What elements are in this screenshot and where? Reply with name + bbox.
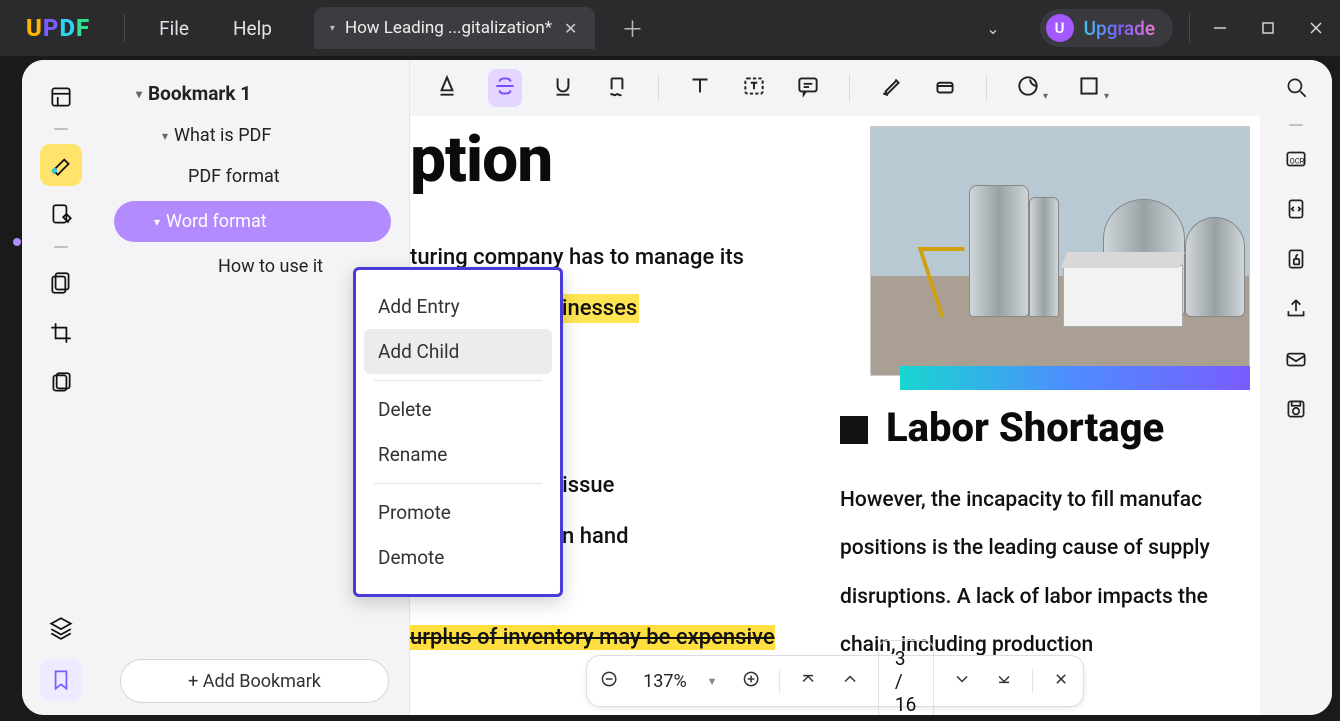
svg-text:OCR: OCR [1290, 156, 1305, 165]
close-nav-button[interactable] [1047, 665, 1075, 697]
doc-image [870, 126, 1250, 376]
ctx-divider [374, 380, 542, 381]
page-indicator[interactable]: 3 / 16 [878, 640, 935, 716]
zoom-in-button[interactable] [738, 665, 766, 697]
last-page-button[interactable] [991, 665, 1019, 697]
zoom-value[interactable]: 137% [637, 671, 693, 692]
convert-icon[interactable] [1283, 196, 1309, 226]
current-page: 3 [895, 647, 906, 670]
bullet-square-icon [840, 416, 868, 444]
textbox-icon[interactable] [741, 73, 767, 103]
sticker-icon[interactable]: ▾ [1015, 73, 1048, 103]
pencil-icon[interactable] [878, 73, 904, 103]
tab-active[interactable]: ▾ How Leading ...gitalization* ✕ [314, 7, 596, 49]
tab-close-icon[interactable]: ✕ [562, 17, 579, 40]
ctx-promote[interactable]: Promote [364, 490, 552, 535]
ctx-divider [374, 483, 542, 484]
ocr-icon[interactable]: OCR [1283, 146, 1309, 176]
window-maximize-button[interactable] [1244, 0, 1292, 56]
ctx-delete[interactable]: Delete [364, 387, 552, 432]
bookmark-context-menu: Add Entry Add Child Delete Rename Promot… [353, 267, 563, 597]
layers-icon[interactable] [40, 607, 82, 649]
save-icon[interactable] [1283, 396, 1309, 426]
bookmark-panel-icon[interactable] [40, 659, 82, 701]
search-icon[interactable] [1283, 74, 1309, 104]
active-indicator-dot [13, 238, 21, 246]
highlighter-tool-icon[interactable] [40, 144, 82, 186]
ctx-demote[interactable]: Demote [364, 535, 552, 580]
menu-help[interactable]: Help [211, 17, 294, 40]
left-tool-rail [22, 60, 100, 715]
user-avatar[interactable]: U [1046, 14, 1074, 42]
bookmark-label: What is PDF [174, 125, 271, 146]
annotation-toolbar: ▾ ▾ [410, 60, 1260, 116]
rail-divider [1289, 124, 1303, 126]
tab-bar: ▾ How Leading ...gitalization* ✕ ＋ [314, 0, 648, 56]
app-logo: UPDF [26, 14, 90, 42]
right-tool-rail: OCR [1260, 60, 1332, 715]
chevron-down-icon: ▾ [136, 87, 142, 101]
underline-icon[interactable] [550, 73, 576, 103]
toolbar-divider [658, 74, 659, 102]
text-icon[interactable] [687, 73, 713, 103]
prev-page-button[interactable] [836, 665, 864, 697]
total-pages: 16 [895, 693, 916, 716]
window-minimize-button[interactable] [1196, 0, 1244, 56]
protect-icon[interactable] [1283, 246, 1309, 276]
bookmark-label: How to use it [218, 256, 323, 277]
squiggly-icon[interactable] [604, 73, 630, 103]
bookmark-item[interactable]: ▾ What is PDF [152, 119, 409, 152]
reader-tool-icon[interactable] [40, 76, 82, 118]
doc-subheading: Labor Shortage [886, 404, 1164, 451]
strikethrough-icon[interactable] [488, 69, 522, 107]
highlight-strike: urplus of inventory may be expensive [410, 625, 775, 650]
tabs-overflow-icon[interactable]: ⌄ [986, 19, 999, 38]
zoom-dropdown-icon[interactable]: ▼ [707, 675, 724, 688]
shape-icon[interactable]: ▾ [1076, 73, 1109, 103]
toolbar-divider [986, 74, 987, 102]
toolbar-divider [849, 74, 850, 102]
page-navigator: 137% ▼ 3 / 16 [586, 655, 1084, 707]
tab-title: How Leading ...gitalization* [345, 18, 552, 38]
email-icon[interactable] [1283, 346, 1309, 376]
bookmark-label: Word format [166, 211, 267, 232]
ctx-add-entry[interactable]: Add Entry [364, 284, 552, 329]
title-bar: UPDF File Help ▾ How Leading ...gitaliza… [0, 0, 1340, 56]
eraser-icon[interactable] [932, 73, 958, 103]
upgrade-label: Upgrade [1084, 17, 1155, 40]
rail-divider [54, 128, 68, 130]
bookmark-label: Bookmark 1 [148, 82, 251, 105]
pages-tool-icon[interactable] [40, 262, 82, 304]
zoom-out-button[interactable] [595, 665, 623, 697]
new-tab-button[interactable]: ＋ [617, 13, 647, 43]
compare-tool-icon[interactable] [40, 362, 82, 404]
crop-tool-icon[interactable] [40, 312, 82, 354]
tab-menu-icon[interactable]: ▾ [330, 23, 335, 34]
edit-tool-icon[interactable] [40, 194, 82, 236]
next-page-button[interactable] [949, 665, 977, 697]
ctx-add-child[interactable]: Add Child [364, 329, 552, 374]
window-close-button[interactable] [1292, 0, 1340, 56]
ctx-rename[interactable]: Rename [364, 432, 552, 477]
bookmark-item[interactable]: PDF format [178, 160, 409, 193]
doc-accent-bar [900, 366, 1250, 390]
chevron-down-icon: ▾ [154, 215, 160, 229]
divider [124, 14, 125, 42]
upgrade-button[interactable]: U Upgrade [1040, 9, 1173, 47]
add-bookmark-button[interactable]: + Add Bookmark [120, 659, 389, 703]
bookmark-item-selected[interactable]: ▾ Word format [114, 201, 391, 242]
highlight-text-icon[interactable] [434, 73, 460, 103]
rail-divider [54, 246, 68, 248]
menu-file[interactable]: File [137, 17, 211, 40]
bookmark-label: PDF format [188, 166, 280, 187]
share-icon[interactable] [1283, 296, 1309, 326]
first-page-button[interactable] [794, 665, 822, 697]
divider [1189, 14, 1190, 42]
note-icon[interactable] [795, 73, 821, 103]
bookmark-root[interactable]: ▾ Bookmark 1 [126, 76, 409, 111]
chevron-down-icon: ▾ [162, 129, 168, 143]
